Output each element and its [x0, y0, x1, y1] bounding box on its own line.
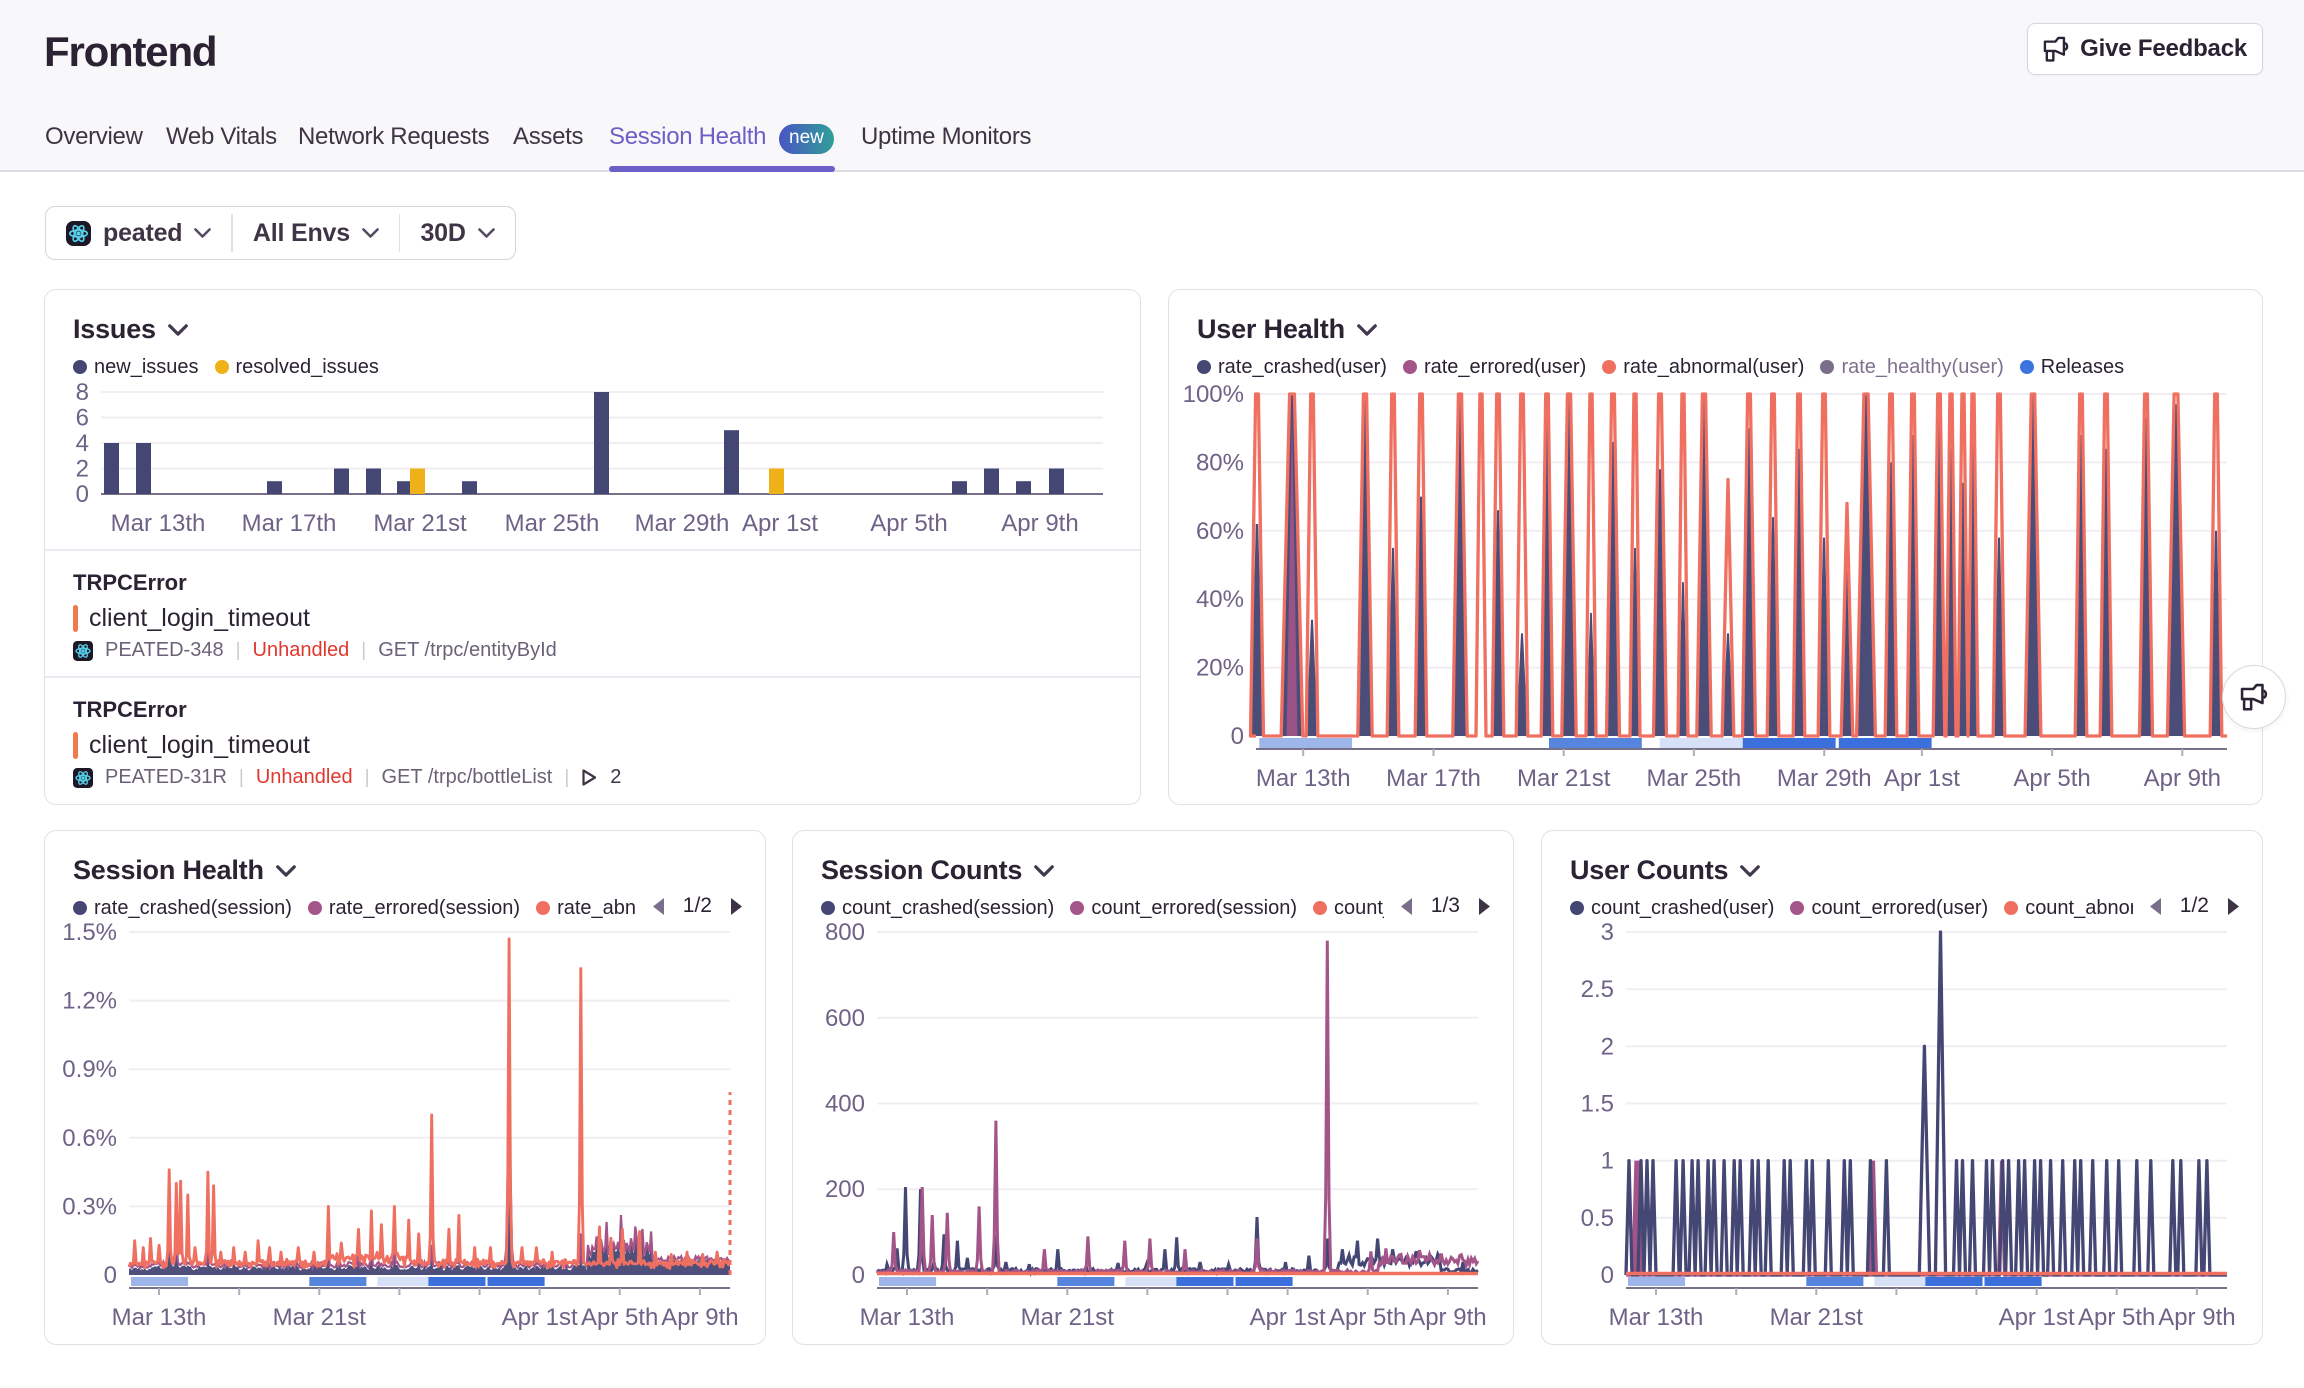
svg-text:1: 1 — [1601, 1148, 1614, 1175]
svg-text:Apr 1st: Apr 1st — [1999, 1304, 2075, 1331]
svg-text:60%: 60% — [1196, 518, 1244, 545]
svg-text:0.3%: 0.3% — [62, 1193, 117, 1220]
svg-text:Mar 13th: Mar 13th — [860, 1304, 955, 1331]
svg-text:Mar 17th: Mar 17th — [242, 510, 337, 537]
svg-text:1.5%: 1.5% — [62, 921, 117, 946]
svg-text:Mar 29th: Mar 29th — [635, 510, 730, 537]
svg-text:0: 0 — [104, 1262, 117, 1289]
svg-text:Apr 5th: Apr 5th — [2078, 1304, 2155, 1331]
svg-text:0: 0 — [1601, 1262, 1614, 1289]
svg-text:0.5: 0.5 — [1581, 1205, 1614, 1232]
svg-text:Apr 9th: Apr 9th — [1409, 1304, 1486, 1331]
svg-text:Apr 1st: Apr 1st — [742, 510, 818, 537]
svg-text:Apr 9th: Apr 9th — [2144, 765, 2221, 792]
svg-text:0: 0 — [76, 481, 89, 508]
svg-text:0: 0 — [1231, 723, 1244, 750]
svg-text:Mar 21st: Mar 21st — [1770, 1304, 1864, 1331]
svg-text:1.5: 1.5 — [1581, 1091, 1614, 1118]
svg-text:Mar 13th: Mar 13th — [111, 510, 206, 537]
svg-text:Mar 25th: Mar 25th — [505, 510, 600, 537]
svg-text:Mar 13th: Mar 13th — [1256, 765, 1351, 792]
svg-text:Apr 9th: Apr 9th — [661, 1304, 738, 1331]
svg-text:800: 800 — [825, 921, 865, 946]
svg-text:Mar 21st: Mar 21st — [273, 1304, 367, 1331]
svg-text:Apr 5th: Apr 5th — [581, 1304, 658, 1331]
svg-text:100%: 100% — [1183, 381, 1244, 408]
svg-text:0: 0 — [852, 1262, 865, 1289]
svg-text:Apr 1st: Apr 1st — [1884, 765, 1960, 792]
svg-text:1.2%: 1.2% — [62, 988, 117, 1015]
svg-text:Apr 9th: Apr 9th — [1001, 510, 1078, 537]
svg-text:Mar 21st: Mar 21st — [1021, 1304, 1115, 1331]
svg-text:Apr 1st: Apr 1st — [502, 1304, 578, 1331]
svg-text:Mar 13th: Mar 13th — [1609, 1304, 1704, 1331]
svg-text:Apr 5th: Apr 5th — [1329, 1304, 1406, 1331]
svg-text:40%: 40% — [1196, 586, 1244, 613]
svg-text:Apr 1st: Apr 1st — [1250, 1304, 1326, 1331]
svg-text:3: 3 — [1601, 921, 1614, 946]
svg-text:2: 2 — [1601, 1033, 1614, 1060]
svg-text:Mar 21st: Mar 21st — [1517, 765, 1611, 792]
svg-text:6: 6 — [76, 405, 89, 432]
svg-text:Apr 5th: Apr 5th — [870, 510, 947, 537]
svg-text:0.9%: 0.9% — [62, 1056, 117, 1083]
svg-text:Mar 29th: Mar 29th — [1777, 765, 1872, 792]
svg-text:Apr 9th: Apr 9th — [2158, 1304, 2235, 1331]
svg-text:4: 4 — [76, 430, 89, 457]
svg-text:400: 400 — [825, 1091, 865, 1118]
svg-text:600: 600 — [825, 1005, 865, 1032]
svg-text:Mar 25th: Mar 25th — [1647, 765, 1742, 792]
svg-text:2: 2 — [76, 456, 89, 483]
svg-text:0.6%: 0.6% — [62, 1125, 117, 1152]
svg-text:8: 8 — [76, 379, 89, 406]
svg-text:200: 200 — [825, 1176, 865, 1203]
svg-text:80%: 80% — [1196, 449, 1244, 476]
svg-text:Mar 17th: Mar 17th — [1386, 765, 1481, 792]
svg-text:Apr 5th: Apr 5th — [2013, 765, 2090, 792]
svg-text:Mar 21st: Mar 21st — [373, 510, 467, 537]
svg-text:20%: 20% — [1196, 655, 1244, 682]
svg-text:2.5: 2.5 — [1581, 976, 1614, 1003]
svg-text:Mar 13th: Mar 13th — [112, 1304, 207, 1331]
